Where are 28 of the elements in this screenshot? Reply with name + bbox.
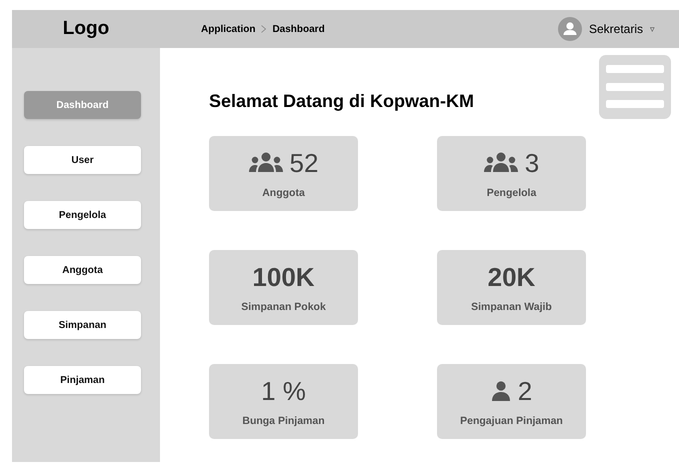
stat-value: 3 <box>524 148 540 178</box>
stat-label: Simpanan Pokok <box>241 301 326 313</box>
avatar-icon[interactable] <box>558 17 582 41</box>
breadcrumb-item[interactable]: Application <box>201 24 256 34</box>
stat-label: Anggota <box>262 187 305 199</box>
breadcrumb-item[interactable]: Dashboard <box>272 24 325 34</box>
stat-value: 20K <box>488 262 536 292</box>
sidebar-item[interactable]: User <box>24 146 141 174</box>
stat-value: 100K <box>252 262 315 292</box>
stat-value: 52 <box>290 148 318 178</box>
sidebar-item[interactable]: Pengelola <box>24 201 141 229</box>
sidebar-item[interactable]: Anggota <box>24 256 141 284</box>
page-title: Selamat Datang di Kopwan-KM <box>209 91 476 113</box>
stat-value: 2 <box>518 376 532 406</box>
sidebar-item[interactable]: Simpanan <box>24 311 141 339</box>
dropdown-caret[interactable]: ▿ <box>650 24 655 34</box>
stat-label: Pengajuan Pinjaman <box>460 415 563 427</box>
group-icon <box>248 152 283 174</box>
stat-label: Pengelola <box>486 187 536 199</box>
chevron-icon <box>261 25 266 33</box>
stat-value: 1 % <box>261 376 306 406</box>
group-icon <box>484 152 518 174</box>
user-name[interactable]: Sekretaris <box>588 22 643 36</box>
person-icon <box>490 381 511 401</box>
stat-label: Bunga Pinjaman <box>242 415 325 427</box>
sidebar-item[interactable]: Pinjaman <box>24 366 141 394</box>
stat-label: Simpanan Wajib <box>471 301 552 313</box>
logo: Logo <box>62 18 110 40</box>
